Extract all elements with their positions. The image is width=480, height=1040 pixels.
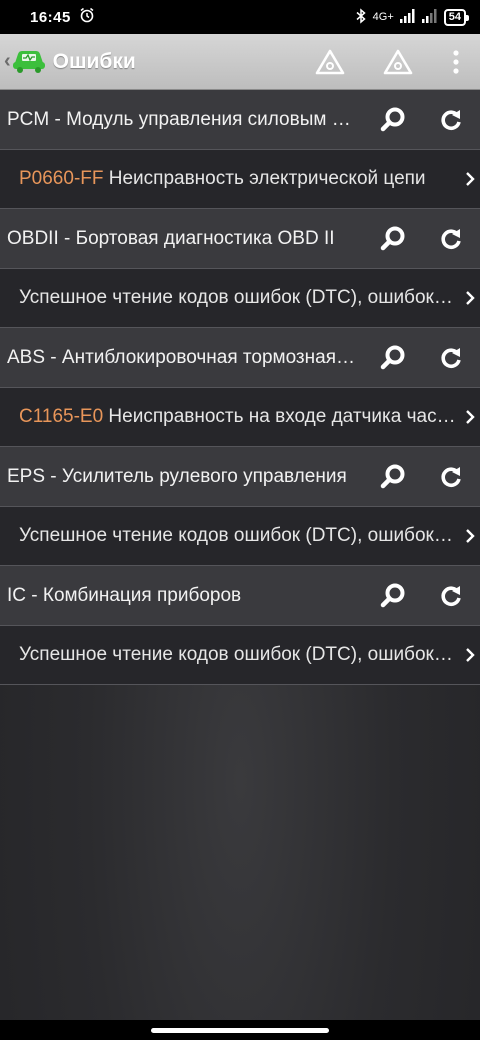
overflow-menu-button[interactable] [432,34,480,90]
chevron-right-icon [460,171,480,187]
module-row-ic: IC - Комбинация приборов [0,566,480,626]
refresh-icon [441,585,461,606]
search-button[interactable] [364,447,422,507]
warning-triangle-icon [383,49,413,74]
dtc-result-text: C1165-E0 Неисправность на входе датчика … [19,406,457,428]
search-button[interactable] [364,90,422,150]
warning-clear-button[interactable] [364,34,432,90]
module-row-pcm: PCM - Модуль управления силовым агрегато… [0,90,480,150]
module-title: ABS - Антиблокировочная тормозная систем… [7,346,357,368]
overflow-menu-icon [453,49,459,74]
status-time: 16:45 [30,8,71,26]
dtc-result-text: Успешное чтение кодов ошибок (DTC), ошиб… [19,287,457,309]
network-type: 4G+ [372,11,394,23]
dtc-result-row[interactable]: Успешное чтение кодов ошибок (DTC), ошиб… [0,507,480,566]
module-row-eps: EPS - Усилитель рулевого управления [0,447,480,507]
module-list: PCM - Модуль управления силовым агрегато… [0,90,480,685]
module-title: EPS - Усилитель рулевого управления [7,465,347,487]
search-icon [380,226,405,250]
dtc-description: Успешное чтение кодов ошибок (DTC), ошиб… [19,287,457,308]
dtc-result-text: P0660-FF Неисправность электрической цеп… [19,168,457,190]
dtc-code: C1165-E0 [19,406,104,427]
refresh-button[interactable] [422,328,480,388]
battery-icon: 54 [443,8,470,26]
chevron-right-icon [460,409,480,425]
search-icon [380,464,405,488]
refresh-icon [441,347,461,368]
search-button[interactable] [364,328,422,388]
home-gesture-handle[interactable] [151,1027,329,1033]
dtc-description: Неисправность на входе датчика частоты [103,406,457,427]
search-icon [380,583,405,607]
refresh-button[interactable] [422,566,480,626]
search-icon [380,107,405,131]
dtc-result-row[interactable]: Успешное чтение кодов ошибок (DTC), ошиб… [0,269,480,328]
battery-level: 54 [448,10,461,23]
refresh-icon [441,109,461,130]
module-row-obdii: OBDII - Бортовая диагностика OBD II [0,209,480,269]
wifi-icon [421,8,438,26]
module-title: OBDII - Бортовая диагностика OBD II [7,227,335,249]
dtc-result-row[interactable]: Успешное чтение кодов ошибок (DTC), ошиб… [0,626,480,685]
refresh-icon [441,466,461,487]
module-title: PCM - Модуль управления силовым агрегато… [7,108,357,130]
dtc-result-row[interactable]: P0660-FF Неисправность электрической цеп… [0,150,480,209]
back-button[interactable]: ‹ Ошибки [0,44,136,79]
back-chevron-icon: ‹ [4,50,11,72]
module-title: IC - Комбинация приборов [7,584,242,606]
search-icon [380,345,405,369]
refresh-icon [441,228,461,249]
status-bar: 16:45 4G+ 54 [0,0,480,34]
dtc-description: Успешное чтение кодов ошибок (DTC), ошиб… [19,644,457,665]
refresh-button[interactable] [422,90,480,150]
dtc-description: Неисправность электрической цепи [103,168,426,189]
app-bar: ‹ Ошибки [0,34,480,90]
dtc-result-text: Успешное чтение кодов ошибок (DTC), ошиб… [19,525,457,547]
alarm-icon [79,7,95,27]
dtc-code: P0660-FF [19,168,104,189]
dtc-description: Успешное чтение кодов ошибок (DTC), ошиб… [19,525,457,546]
search-button[interactable] [364,209,422,269]
chevron-right-icon [460,290,480,306]
bluetooth-icon [355,7,367,27]
refresh-button[interactable] [422,447,480,507]
dtc-result-row[interactable]: C1165-E0 Неисправность на входе датчика … [0,388,480,447]
page-title: Ошибки [52,49,136,73]
signal-icon [399,8,416,26]
module-row-abs: ABS - Антиблокировочная тормозная систем… [0,328,480,388]
navigation-bar [0,1020,480,1040]
dtc-result-text: Успешное чтение кодов ошибок (DTC), ошиб… [19,644,457,666]
warning-filter-button[interactable] [296,34,364,90]
chevron-right-icon [460,647,480,663]
search-button[interactable] [364,566,422,626]
refresh-button[interactable] [422,209,480,269]
app-logo-car-icon [11,44,47,79]
chevron-right-icon [460,528,480,544]
warning-triangle-icon [315,49,345,74]
